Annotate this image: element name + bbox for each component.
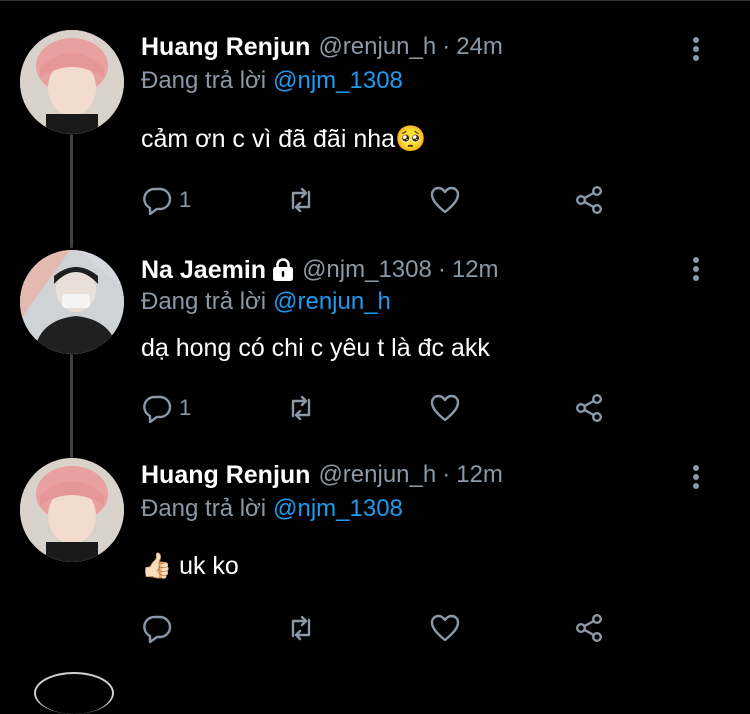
retweet-icon	[291, 187, 311, 213]
share-button[interactable]	[573, 610, 605, 646]
share-button[interactable]	[573, 390, 605, 426]
retweet-icon	[291, 615, 311, 641]
like-icon	[430, 394, 460, 422]
reply-count: 1	[179, 187, 192, 212]
action-bar	[141, 610, 611, 646]
reply-button[interactable]: 1	[141, 182, 191, 218]
retweet-button[interactable]	[285, 610, 317, 646]
avatar[interactable]	[20, 30, 124, 134]
timestamp[interactable]: 24m	[456, 33, 503, 61]
display-name[interactable]: Na Jaemin	[141, 256, 266, 285]
action-bar: 1	[141, 182, 611, 218]
like-button[interactable]	[429, 182, 461, 218]
reply-button[interactable]	[141, 610, 179, 646]
share-icon	[575, 394, 603, 423]
reply-icon	[143, 615, 172, 644]
share-button[interactable]	[573, 182, 605, 218]
reply-prefix: Đang trả lời	[141, 495, 267, 522]
retweet-icon	[291, 395, 311, 421]
tweet-header: Huang Renjun @renjun_h · 24m	[141, 30, 503, 64]
like-button[interactable]	[429, 610, 461, 646]
reply-icon	[143, 395, 172, 424]
display-name[interactable]: Huang Renjun	[141, 461, 310, 490]
tweet-header: Huang Renjun @renjun_h · 12m	[141, 458, 503, 492]
thread-line	[70, 354, 73, 458]
avatar[interactable]	[20, 250, 124, 354]
reply-icon	[143, 187, 172, 216]
avatar-image	[20, 250, 124, 354]
separator: ·	[442, 33, 451, 60]
avatar[interactable]	[20, 458, 124, 562]
separator: ·	[442, 461, 451, 488]
more-icon[interactable]	[686, 256, 706, 286]
reply-button[interactable]: 1	[141, 390, 191, 426]
mention-link[interactable]: @njm_1308	[273, 495, 403, 522]
tweet-header: Na Jaemin @njm_1308 · 12m	[141, 253, 499, 287]
like-button[interactable]	[429, 390, 461, 426]
more-icon[interactable]	[686, 36, 706, 66]
reply-context: Đang trả lời @njm_1308	[141, 495, 403, 523]
mention-link[interactable]: @renjun_h	[273, 288, 391, 315]
share-icon	[575, 614, 603, 643]
reply-count: 1	[179, 395, 192, 420]
display-name[interactable]: Huang Renjun	[141, 33, 310, 62]
timestamp[interactable]: 12m	[456, 461, 503, 489]
tweet-text: cảm ơn c vì đã đãi nha🥺	[141, 125, 427, 153]
username[interactable]: @renjun_h	[318, 461, 436, 489]
tweet-text: dạ hong có chi c yêu t là đc akk	[141, 334, 490, 362]
top-divider	[0, 0, 750, 1]
username[interactable]: @njm_1308	[302, 256, 432, 284]
share-icon	[575, 186, 603, 215]
action-bar: 1	[141, 390, 611, 426]
like-icon	[430, 186, 460, 214]
like-icon	[430, 614, 460, 642]
retweet-button[interactable]	[285, 390, 317, 426]
thread-line	[70, 134, 73, 248]
reply-context: Đang trả lời @njm_1308	[141, 67, 403, 95]
reply-prefix: Đang trả lời	[141, 288, 267, 315]
reply-prefix: Đang trả lời	[141, 67, 267, 94]
tweet-text: 👍🏻 uk ko	[141, 552, 239, 580]
username[interactable]: @renjun_h	[318, 33, 436, 61]
timestamp[interactable]: 12m	[452, 256, 499, 284]
separator: ·	[437, 256, 446, 283]
retweet-button[interactable]	[285, 182, 317, 218]
next-tweet-avatar[interactable]	[34, 672, 114, 714]
mention-link[interactable]: @njm_1308	[273, 67, 403, 94]
lock-icon	[272, 258, 294, 282]
more-icon[interactable]	[686, 464, 706, 494]
reply-context: Đang trả lời @renjun_h	[141, 288, 391, 316]
avatar-image	[20, 30, 124, 134]
avatar-image	[20, 458, 124, 562]
